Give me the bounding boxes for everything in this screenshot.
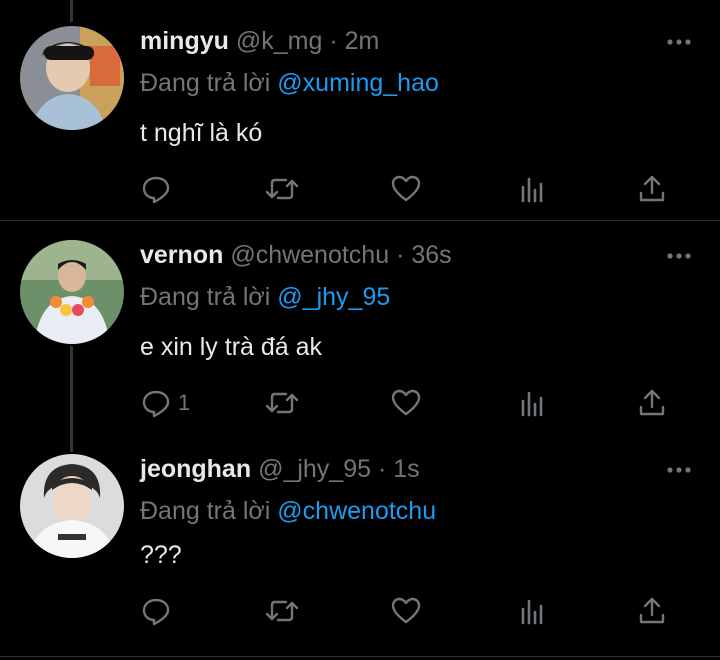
user-handle[interactable]: @k_mg <box>236 27 323 55</box>
divider <box>0 220 720 221</box>
avatar[interactable] <box>20 454 124 558</box>
replying-to-label: Đang trả lời <box>140 69 271 97</box>
views-button[interactable] <box>516 594 548 628</box>
like-button[interactable] <box>390 594 422 628</box>
share-icon <box>636 595 668 627</box>
reply-button[interactable] <box>140 594 178 628</box>
views-icon <box>516 173 548 205</box>
views-button[interactable] <box>516 172 548 206</box>
share-icon <box>636 173 668 205</box>
display-name[interactable]: vernon <box>140 241 223 269</box>
reply-icon <box>140 173 172 205</box>
reply-button[interactable] <box>140 172 178 206</box>
replying-to: Đang trả lời @chwenotchu <box>140 496 436 526</box>
separator: · <box>396 241 405 269</box>
retweet-icon <box>264 595 300 627</box>
more-icon[interactable] <box>664 460 694 480</box>
retweet-icon <box>264 173 300 205</box>
reply-count: 1 <box>178 390 191 415</box>
tweet-text: e xin ly trà đá ak <box>140 333 323 361</box>
share-icon <box>636 387 668 419</box>
retweet-button[interactable] <box>264 594 300 628</box>
like-button[interactable] <box>390 386 422 420</box>
display-name[interactable]: jeonghan <box>140 455 251 483</box>
more-icon[interactable] <box>664 32 694 52</box>
mention-link[interactable]: @_jhy_95 <box>277 283 390 311</box>
avatar[interactable] <box>20 26 124 130</box>
separator: · <box>329 27 338 55</box>
thread-line <box>70 0 73 22</box>
retweet-icon <box>264 387 300 419</box>
retweet-button[interactable] <box>264 172 300 206</box>
user-handle[interactable]: @chwenotchu <box>230 241 389 269</box>
replying-to: Đang trả lời @xuming_hao <box>140 68 439 98</box>
separator: · <box>377 455 387 483</box>
tweet-header: vernon @chwenotchu · 36s <box>140 240 452 270</box>
action-bar <box>140 594 680 628</box>
like-icon <box>390 595 422 627</box>
timestamp[interactable]: 1s <box>393 455 419 483</box>
replying-to-label: Đang trả lời <box>140 497 271 525</box>
like-icon <box>390 173 422 205</box>
like-button[interactable] <box>390 172 422 206</box>
tweet-text: ??? <box>140 541 182 569</box>
like-icon <box>390 387 422 419</box>
share-button[interactable] <box>636 594 668 628</box>
share-button[interactable] <box>636 172 668 206</box>
tweet[interactable]: jeonghan @_jhy_95 · 1s Đang trả lời @chw… <box>0 454 720 650</box>
replying-to: Đang trả lời @_jhy_95 <box>140 282 390 312</box>
user-handle[interactable]: @_jhy_95 <box>258 455 371 483</box>
replying-to-label: Đang trả lời <box>140 283 271 311</box>
share-button[interactable] <box>636 386 668 420</box>
tweet-header: jeonghan @_jhy_95 · 1s <box>140 454 420 484</box>
action-bar: 1 <box>140 386 680 420</box>
mention-link[interactable]: @chwenotchu <box>277 497 436 525</box>
reply-icon <box>140 387 172 419</box>
tweet[interactable]: mingyu @k_mg · 2m Đang trả lời @xuming_h… <box>0 26 720 222</box>
reply-icon <box>140 595 172 627</box>
retweet-button[interactable] <box>264 386 300 420</box>
more-icon[interactable] <box>664 246 694 266</box>
timestamp[interactable]: 36s <box>411 241 451 269</box>
views-button[interactable] <box>516 386 548 420</box>
avatar[interactable] <box>20 240 124 344</box>
tweet-text: t nghĩ là kó <box>140 119 263 147</box>
timestamp[interactable]: 2m <box>345 27 380 55</box>
views-icon <box>516 595 548 627</box>
action-bar <box>140 172 680 206</box>
display-name[interactable]: mingyu <box>140 27 229 55</box>
divider <box>0 656 720 657</box>
mention-link[interactable]: @xuming_hao <box>277 69 439 97</box>
reply-button[interactable]: 1 <box>140 386 190 420</box>
tweet[interactable]: vernon @chwenotchu · 36s Đang trả lời @_… <box>0 240 720 440</box>
views-icon <box>516 387 548 419</box>
tweet-header: mingyu @k_mg · 2m <box>140 26 379 56</box>
